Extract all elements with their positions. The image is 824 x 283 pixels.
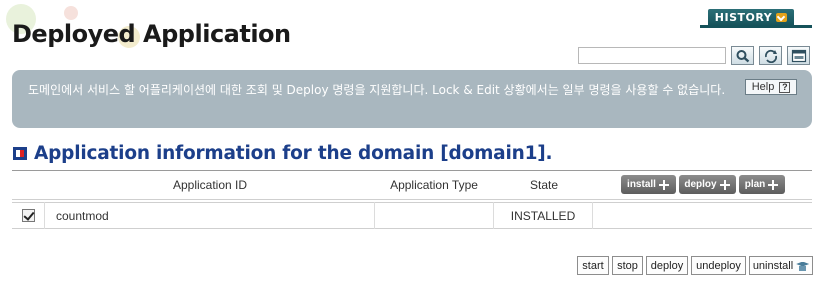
uninstall-icon bbox=[796, 260, 809, 272]
plan-button[interactable]: plan bbox=[739, 175, 785, 194]
help-label: Help bbox=[751, 81, 775, 93]
install-label: install bbox=[627, 179, 656, 190]
state-cell: INSTALLED bbox=[494, 202, 593, 229]
history-button[interactable]: HISTORY bbox=[708, 9, 794, 26]
history-label: HISTORY bbox=[714, 11, 773, 24]
search-input[interactable] bbox=[578, 47, 726, 64]
column-header-application-id: Application ID bbox=[172, 178, 248, 192]
column-header-state: State bbox=[529, 178, 559, 192]
question-icon: ? bbox=[779, 81, 791, 93]
plus-icon bbox=[658, 179, 670, 191]
application-id-cell: countmod bbox=[45, 202, 375, 229]
undeploy-button[interactable]: undeploy bbox=[691, 256, 746, 275]
refresh-button[interactable] bbox=[759, 46, 782, 65]
plus-icon bbox=[767, 179, 779, 191]
plan-label: plan bbox=[744, 179, 766, 190]
row-checkbox-cell bbox=[12, 202, 45, 229]
chevron-down-icon bbox=[776, 13, 788, 22]
deploy-action-button[interactable]: deploy bbox=[679, 175, 736, 194]
row-checkbox[interactable] bbox=[21, 209, 35, 222]
application-type-cell bbox=[375, 202, 494, 229]
export-xml-button[interactable] bbox=[787, 46, 810, 65]
section-flag-icon bbox=[13, 147, 27, 160]
divider bbox=[700, 25, 812, 28]
plus-icon bbox=[719, 179, 731, 191]
deploy-button[interactable]: deploy bbox=[646, 256, 688, 275]
install-button[interactable]: install bbox=[621, 175, 676, 194]
deploy-label: deploy bbox=[684, 179, 717, 190]
uninstall-button[interactable]: uninstall bbox=[749, 256, 813, 275]
page-title: Deployed Application bbox=[12, 20, 291, 48]
help-button[interactable]: Help ? bbox=[745, 79, 797, 95]
section-title: Application information for the domain [… bbox=[34, 143, 553, 164]
table-top-border bbox=[12, 170, 812, 171]
stop-button[interactable]: stop bbox=[612, 256, 643, 275]
header-decoration bbox=[64, 6, 78, 20]
table-header-border bbox=[12, 199, 812, 200]
column-header-application-type: Application Type bbox=[390, 178, 478, 192]
description-text: 도메인에서 서비스 할 어플리케이션에 대한 조회 및 Deploy 명령을 지… bbox=[28, 83, 726, 97]
description-panel: 도메인에서 서비스 할 어플리케이션에 대한 조회 및 Deploy 명령을 지… bbox=[12, 70, 812, 128]
export-xml-icon bbox=[791, 49, 806, 62]
uninstall-label: uninstall bbox=[752, 259, 794, 272]
refresh-icon bbox=[764, 49, 777, 63]
start-button[interactable]: start bbox=[577, 256, 609, 275]
search-button[interactable] bbox=[731, 46, 754, 65]
search-icon bbox=[736, 49, 749, 62]
